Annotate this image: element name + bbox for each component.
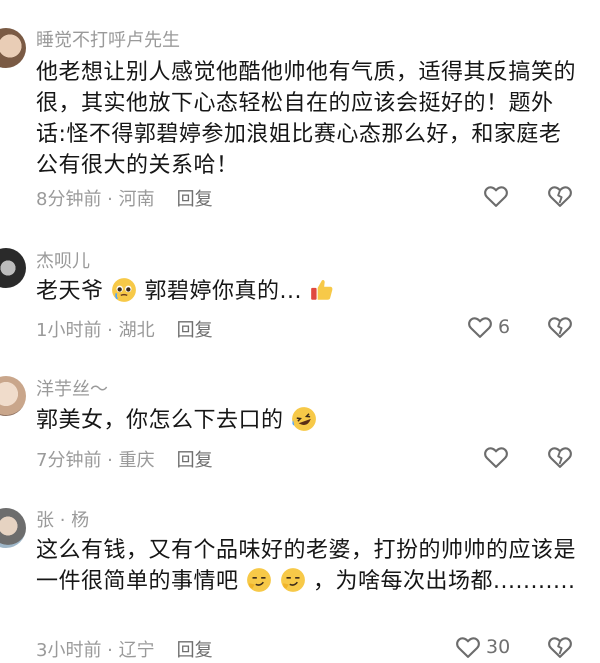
reply-button[interactable]: 回复 [177, 640, 213, 661]
heart-outline-icon [484, 186, 508, 207]
comment-text: 老天爷 郭碧婷你真的... [36, 276, 576, 307]
like-count: 6 [498, 316, 511, 338]
reply-button[interactable]: 回复 [177, 189, 213, 210]
comment-time: 1小时前 [36, 320, 102, 341]
comment-location: 辽宁 [118, 640, 155, 661]
like-button[interactable] [482, 180, 510, 212]
comment-time: 7分钟前 [36, 450, 102, 471]
comment-time: 8分钟前 [36, 189, 102, 210]
heart-outline-icon [456, 637, 480, 658]
comment-location: 河南 [118, 189, 155, 210]
comment-location: 湖北 [118, 320, 155, 341]
comment-text: 这么有钱，又有个品味好的老婆，打扮的帅帅的应该是一件很简单的事情吧 ，为啥每次出… [36, 538, 577, 594]
broken-heart-icon[interactable] [546, 443, 574, 471]
avatar[interactable] [0, 248, 26, 288]
broken-heart-icon[interactable] [546, 313, 574, 341]
avatar[interactable] [0, 28, 26, 68]
comment-meta: 3小时前 · 辽宁 回复 [36, 640, 213, 661]
comment-text: 郭美女，你怎么下去口的 [36, 405, 576, 436]
comment-meta: 1小时前 · 湖北 回复 [36, 320, 213, 341]
broken-heart-icon[interactable] [546, 633, 574, 661]
smirk-face-emoji [280, 568, 305, 592]
like-count: 30 [486, 636, 511, 658]
comment-username[interactable]: 杰呗儿 [36, 247, 90, 273]
like-button[interactable] [482, 441, 510, 473]
thumbs-up-emoji [311, 279, 333, 300]
comment-text: 他老想让别人感觉他酷他帅他有气质，适得其反搞笑的很，其实他放下心态轻松自在的应该… [36, 60, 577, 178]
reply-button[interactable]: 回复 [177, 320, 213, 341]
avatar[interactable] [0, 508, 26, 548]
like-button[interactable]: 30 [454, 631, 510, 663]
smirk-face-emoji [247, 568, 271, 592]
comment-username[interactable]: 张 · 杨 [36, 506, 89, 532]
comment-username[interactable]: 洋芋丝～ [36, 375, 108, 401]
comment-username[interactable]: 睡觉不打呼卢先生 [36, 26, 180, 52]
heart-outline-icon [468, 317, 492, 338]
like-button[interactable]: 6 [466, 311, 510, 343]
comment-meta: 8分钟前 · 河南 回复 [36, 189, 213, 210]
pleading-face-emoji [112, 278, 136, 302]
rofl-emoji [292, 407, 316, 431]
comment-meta: 7分钟前 · 重庆 回复 [36, 450, 213, 471]
comment-time: 3小时前 [36, 640, 102, 661]
comment-location: 重庆 [118, 450, 155, 471]
reply-button[interactable]: 回复 [177, 450, 213, 471]
avatar[interactable] [0, 376, 26, 416]
broken-heart-icon[interactable] [546, 182, 574, 210]
heart-outline-icon [484, 447, 508, 468]
